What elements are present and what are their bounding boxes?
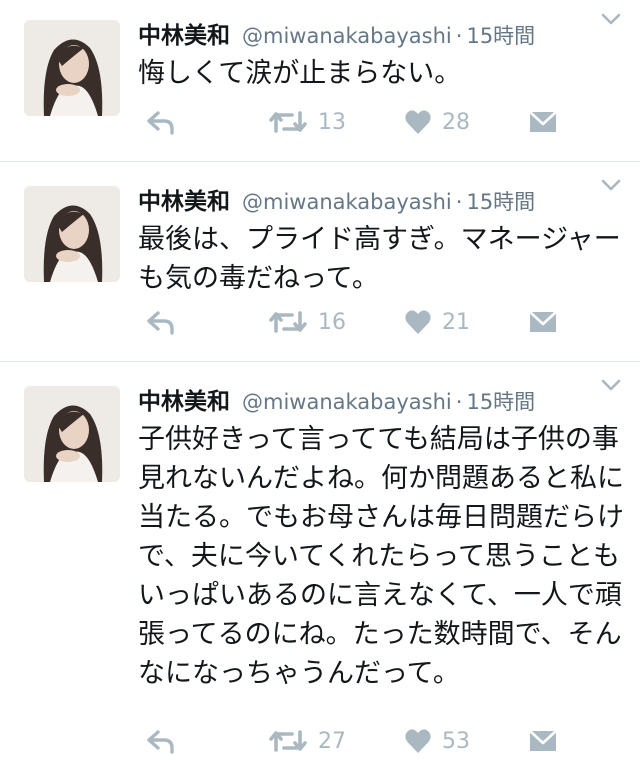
like-count: 53 bbox=[442, 728, 470, 754]
envelope-icon bbox=[528, 309, 558, 335]
reply-button[interactable] bbox=[146, 724, 176, 758]
like-count: 28 bbox=[442, 109, 470, 135]
direct-message-button[interactable] bbox=[528, 305, 558, 339]
envelope-icon bbox=[528, 728, 558, 754]
retweet-count: 27 bbox=[318, 728, 346, 754]
chevron-down-icon[interactable] bbox=[600, 8, 622, 30]
timestamp[interactable]: 15時間 bbox=[466, 186, 535, 216]
chevron-down-icon[interactable] bbox=[600, 374, 622, 396]
direct-message-button[interactable] bbox=[528, 724, 558, 758]
avatar[interactable] bbox=[24, 386, 120, 482]
tweet-text: 最後は、プライド高すぎ。マネージャーも気の毒だねって。 bbox=[138, 224, 621, 294]
tweet-actions: 13 28 bbox=[138, 105, 618, 139]
tweet[interactable]: 中林美和 @miwanakabayashi · 15時間 最後は、プライド高すぎ… bbox=[0, 162, 640, 362]
reply-icon bbox=[146, 109, 176, 135]
retweet-icon bbox=[268, 728, 308, 754]
author-name[interactable]: 中林美和 bbox=[138, 16, 230, 50]
avatar[interactable] bbox=[24, 20, 120, 116]
tweet-actions: 27 53 bbox=[138, 724, 618, 758]
tweet-text: 悔しくて涙が止まらない。 bbox=[138, 58, 462, 89]
retweet-button[interactable]: 27 bbox=[268, 724, 346, 758]
reply-icon bbox=[146, 728, 176, 754]
timeline: 中林美和 @miwanakabayashi · 15時間 悔しくて涙が止まらない… bbox=[0, 0, 640, 778]
author-handle[interactable]: @miwanakabayashi bbox=[242, 390, 452, 414]
envelope-icon bbox=[528, 109, 558, 135]
direct-message-button[interactable] bbox=[528, 105, 558, 139]
chevron-down-icon[interactable] bbox=[600, 174, 622, 196]
heart-icon bbox=[404, 309, 432, 335]
tweet-actions: 16 21 bbox=[138, 305, 618, 339]
separator-dot: · bbox=[455, 24, 463, 48]
timestamp[interactable]: 15時間 bbox=[466, 20, 535, 50]
author-handle[interactable]: @miwanakabayashi bbox=[242, 190, 452, 214]
reply-button[interactable] bbox=[146, 305, 176, 339]
author-handle[interactable]: @miwanakabayashi bbox=[242, 24, 452, 48]
tweet-text: 子供好きって言ってても結局は子供の事見れないんだよね。何か問題あると私に当たる。… bbox=[138, 424, 624, 689]
like-button[interactable]: 21 bbox=[404, 305, 470, 339]
like-button[interactable]: 53 bbox=[404, 724, 470, 758]
tweet[interactable]: 中林美和 @miwanakabayashi · 15時間 悔しくて涙が止まらない… bbox=[0, 0, 640, 162]
like-button[interactable]: 28 bbox=[404, 105, 470, 139]
heart-icon bbox=[404, 109, 432, 135]
reply-icon bbox=[146, 309, 176, 335]
retweet-button[interactable]: 13 bbox=[268, 105, 346, 139]
retweet-count: 16 bbox=[318, 309, 346, 335]
retweet-button[interactable]: 16 bbox=[268, 305, 346, 339]
tweet[interactable]: 中林美和 @miwanakabayashi · 15時間 子供好きって言ってても… bbox=[0, 362, 640, 778]
avatar[interactable] bbox=[24, 186, 120, 282]
separator-dot: · bbox=[455, 390, 463, 414]
like-count: 21 bbox=[442, 309, 470, 335]
author-name[interactable]: 中林美和 bbox=[138, 382, 230, 416]
heart-icon bbox=[404, 728, 432, 754]
reply-button[interactable] bbox=[146, 105, 176, 139]
retweet-icon bbox=[268, 309, 308, 335]
author-name[interactable]: 中林美和 bbox=[138, 182, 230, 216]
separator-dot: · bbox=[455, 190, 463, 214]
timestamp[interactable]: 15時間 bbox=[466, 386, 535, 416]
retweet-icon bbox=[268, 109, 308, 135]
retweet-count: 13 bbox=[318, 109, 346, 135]
